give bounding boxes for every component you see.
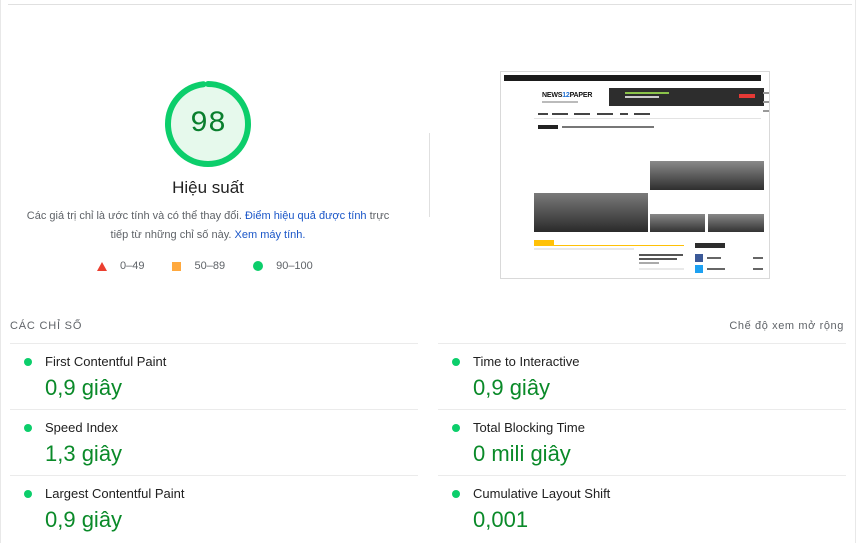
pass-dot-icon	[24, 424, 32, 432]
square-icon	[172, 261, 182, 271]
thumb-text-line	[639, 254, 683, 256]
thumb-twitter-icon	[695, 265, 703, 273]
metric-name: Cumulative Layout Shift	[473, 486, 611, 501]
metric-value: 0,9 giây	[473, 375, 551, 400]
thumb-placeholder	[639, 268, 684, 270]
metrics-header: CÁC CHỈ SỐ	[10, 320, 83, 332]
thumb-text-line	[753, 268, 763, 270]
metric-cumulative-layout-shift[interactable]: Cumulative Layout Shift 0,001	[438, 475, 846, 539]
thumb-trending-badge	[538, 125, 558, 129]
legend-fail-label: 0–49	[120, 260, 145, 272]
thumb-tagline	[542, 101, 578, 103]
metric-value: 0,001	[473, 507, 529, 532]
metric-largest-contentful-paint[interactable]: Largest Contentful Paint 0,9 giây	[10, 475, 418, 539]
pass-dot-icon	[452, 358, 460, 366]
metric-value: 0,9 giây	[45, 375, 123, 400]
performance-score: 98	[189, 107, 226, 141]
thumb-facebook-icon	[695, 254, 703, 262]
legend-average: 50–89	[172, 260, 225, 272]
thumb-side-menu	[763, 92, 769, 132]
metric-speed-index[interactable]: Speed Index 1,3 giây	[10, 409, 418, 473]
legend-fail: 0–49	[97, 260, 144, 272]
score-legend: 0–49 50–89 90–100	[97, 260, 313, 272]
metric-time-to-interactive[interactable]: Time to Interactive 0,9 giây	[438, 343, 846, 407]
thumb-text-line	[639, 262, 659, 264]
gauge-title: Hiệu suất	[172, 178, 244, 197]
circle-icon	[253, 261, 264, 271]
legend-pass-label: 90–100	[276, 260, 313, 272]
pass-dot-icon	[24, 490, 32, 498]
metric-total-blocking-time[interactable]: Total Blocking Time 0 mili giây	[438, 409, 846, 473]
metric-name: Total Blocking Time	[473, 420, 585, 435]
metric-first-contentful-paint[interactable]: First Contentful Paint 0,9 giây	[10, 343, 418, 407]
calculator-link[interactable]: Xem máy tính.	[235, 229, 306, 241]
thumb-text-line	[639, 258, 677, 260]
pass-dot-icon	[24, 358, 32, 366]
score-calc-link[interactable]: Điểm hiệu quả được tính	[245, 210, 367, 222]
performance-gauge[interactable]: 98	[164, 80, 252, 168]
vertical-divider	[429, 133, 430, 217]
score-note: Các giá trị chỉ là ước tính và có thể th…	[24, 207, 392, 245]
metric-name: First Contentful Paint	[45, 354, 167, 369]
thumb-section-rule	[534, 245, 684, 246]
expanded-view-toggle[interactable]: Chế độ xem mở rộng	[729, 320, 844, 332]
legend-pass: 90–100	[253, 260, 313, 272]
triangle-icon	[97, 261, 107, 271]
thumb-text-line	[753, 257, 763, 259]
thumb-ad-banner	[609, 88, 764, 106]
thumb-topbar	[504, 75, 761, 81]
metric-name: Largest Contentful Paint	[45, 486, 185, 501]
note-text: Các giá trị chỉ là ước tính và có thể th…	[26, 210, 242, 222]
legend-average-label: 50–89	[194, 260, 226, 272]
pass-dot-icon	[452, 424, 460, 432]
metric-value: 0 mili giây	[473, 441, 571, 466]
metric-value: 1,3 giây	[45, 441, 123, 466]
thumb-hero-right	[650, 161, 764, 190]
thumb-trending-text	[562, 126, 654, 128]
thumb-logo: NEWS12PAPER	[542, 92, 593, 99]
top-divider	[8, 4, 852, 5]
metric-name: Time to Interactive	[473, 354, 580, 369]
thumb-placeholder	[534, 248, 634, 250]
thumb-hero-left	[534, 193, 648, 232]
pass-dot-icon	[452, 490, 460, 498]
metric-name: Speed Index	[45, 420, 119, 435]
thumb-card-1	[650, 214, 705, 232]
thumb-card-2	[708, 214, 764, 232]
final-screenshot-thumbnail[interactable]: NEWS12PAPER	[500, 71, 770, 279]
thumb-widget-title	[695, 243, 725, 248]
thumb-nav	[534, 110, 761, 119]
thumb-text-line	[707, 257, 721, 259]
thumb-text-line	[707, 268, 725, 270]
metric-value: 0,9 giây	[45, 507, 123, 532]
